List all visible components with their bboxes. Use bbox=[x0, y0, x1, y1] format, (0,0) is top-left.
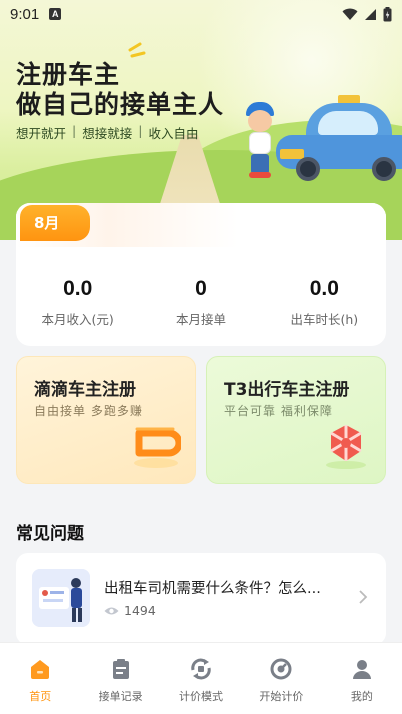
didi-register-title: 滴滴车主注册 bbox=[34, 380, 136, 400]
stat-monthly-orders: 0 本月接单 bbox=[139, 277, 262, 328]
tab-mine[interactable]: 我的 bbox=[322, 643, 402, 714]
t3-logo-icon bbox=[326, 425, 366, 469]
faq-question: 出租车司机需要什么条件？怎么... bbox=[104, 581, 321, 597]
didi-logo-icon bbox=[134, 427, 181, 468]
wifi-icon bbox=[342, 8, 358, 20]
meter-icon bbox=[269, 657, 293, 681]
month-badge: 8月 bbox=[20, 205, 90, 241]
stat-label: 本月收入(元) bbox=[41, 312, 114, 327]
battery-icon bbox=[383, 6, 392, 21]
didi-register-subtitle: 自由接单 多跑多赚 bbox=[34, 404, 143, 418]
hero-tag: 想开就开 bbox=[16, 126, 67, 141]
user-icon bbox=[350, 657, 374, 681]
t3-register-card[interactable]: T3出行车主注册 平台可靠 福利保障 bbox=[206, 356, 386, 484]
faq-item[interactable]: 出租车司机需要什么条件？怎么... 1494 bbox=[16, 553, 386, 645]
monthly-stats-card: 8月 0.0 本月收入(元) 0 本月接单 0.0 出车时长(h) bbox=[16, 203, 386, 346]
faq-view-count: 1494 bbox=[124, 603, 156, 618]
tab-label: 首页 bbox=[29, 690, 52, 703]
faq-views: 1494 bbox=[104, 603, 156, 618]
stat-label: 本月接单 bbox=[175, 312, 226, 327]
chevron-right-icon bbox=[359, 590, 368, 604]
eye-icon bbox=[104, 607, 119, 614]
didi-register-card[interactable]: 滴滴车主注册 自由接单 多跑多赚 bbox=[16, 356, 196, 484]
clipboard-icon bbox=[109, 657, 133, 681]
faq-section-title: 常见问题 bbox=[16, 524, 84, 544]
tab-label: 接单记录 bbox=[98, 690, 143, 703]
taxi-illustration bbox=[276, 95, 402, 183]
tab-pricing-mode[interactable]: 计价模式 bbox=[161, 643, 241, 714]
stat-value: 0.0 bbox=[63, 277, 93, 300]
tag-separator: | bbox=[72, 123, 77, 138]
stat-value: 0.0 bbox=[309, 277, 339, 300]
stat-value: 0 bbox=[195, 277, 207, 300]
stats-items: 0.0 本月收入(元) 0 本月接单 0.0 出车时长(h) bbox=[16, 277, 386, 328]
home-icon bbox=[28, 657, 52, 681]
notification-a-icon: A bbox=[49, 8, 62, 20]
status-icons bbox=[342, 6, 392, 22]
status-bar: 9:01 A bbox=[0, 0, 402, 28]
pricing-mode-icon bbox=[189, 657, 213, 681]
hero-tags: 想开就开 | 想接就接 | 收入自由 bbox=[16, 123, 198, 142]
stat-label: 出车时长(h) bbox=[290, 312, 359, 327]
tab-label: 开始计价 bbox=[259, 690, 304, 703]
t3-register-subtitle: 平台可靠 福利保障 bbox=[224, 404, 333, 418]
stat-driving-hours: 0.0 出车时长(h) bbox=[263, 277, 386, 328]
tab-order-records[interactable]: 接单记录 bbox=[80, 643, 160, 714]
bottom-nav: 首页 接单记录 计价模式 开始计价 我的 bbox=[0, 642, 402, 714]
tab-label: 我的 bbox=[350, 690, 373, 703]
tab-start-meter[interactable]: 开始计价 bbox=[241, 643, 321, 714]
status-time: 9:01 bbox=[10, 5, 40, 23]
hero-tag: 收入自由 bbox=[148, 126, 199, 141]
tab-label: 计价模式 bbox=[179, 690, 224, 703]
hero-title-line2: 做自己的接单主人 bbox=[16, 90, 225, 119]
faq-illustration-icon bbox=[32, 569, 90, 627]
signal-icon bbox=[365, 8, 376, 20]
driver-kid-illustration bbox=[240, 102, 280, 182]
tag-separator: | bbox=[138, 123, 143, 138]
sparkle-icon bbox=[128, 42, 146, 58]
stat-monthly-income: 0.0 本月收入(元) bbox=[16, 277, 139, 328]
tab-home[interactable]: 首页 bbox=[0, 643, 80, 714]
hero-tag: 想接就接 bbox=[82, 126, 133, 141]
faq-thumbnail bbox=[32, 569, 90, 627]
t3-register-title: T3出行车主注册 bbox=[224, 380, 350, 400]
